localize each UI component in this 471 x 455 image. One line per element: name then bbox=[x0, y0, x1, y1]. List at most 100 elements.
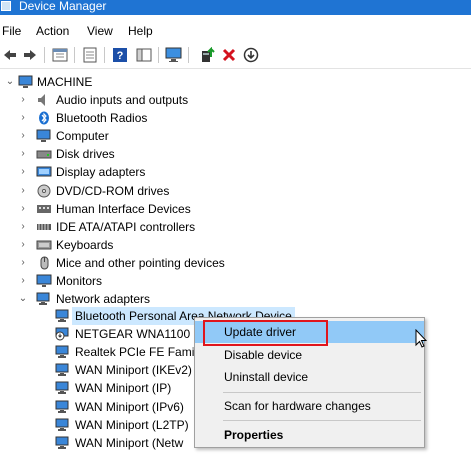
scan-hardware-menu-item[interactable]: Scan for hardware changes bbox=[195, 395, 424, 417]
network-adapter-icon bbox=[55, 345, 71, 359]
tree-category-row[interactable]: › Computer bbox=[0, 127, 320, 145]
network-device-label: WAN Miniport (IP) bbox=[75, 381, 172, 396]
chevron-right-icon[interactable]: › bbox=[18, 91, 28, 109]
context-menu: Update driver Disable device Uninstall d… bbox=[194, 317, 425, 448]
network-adapter-icon bbox=[55, 309, 71, 323]
properties-menu-item[interactable]: Properties bbox=[195, 424, 424, 446]
mouse-icon bbox=[36, 256, 52, 270]
chevron-right-icon[interactable]: › bbox=[18, 145, 28, 163]
tree-category-label: Audio inputs and outputs bbox=[56, 93, 189, 107]
chevron-right-icon[interactable]: › bbox=[18, 200, 28, 218]
tree-category-label: Keyboards bbox=[56, 237, 114, 252]
tree-category-label: Human Interface Devices bbox=[56, 201, 191, 216]
speaker-icon bbox=[36, 93, 52, 107]
chevron-right-icon[interactable]: › bbox=[18, 218, 28, 236]
network-device-label: WAN Miniport (IPv6) bbox=[75, 399, 184, 414]
update-driver-label: Update driver bbox=[224, 325, 297, 339]
chevron-right-icon[interactable]: › bbox=[18, 182, 28, 200]
network-device-label: NETGEAR WNA1100 N bbox=[75, 327, 203, 342]
back-arrow-icon[interactable] bbox=[0, 45, 20, 65]
chevron-right-icon[interactable]: › bbox=[18, 163, 28, 181]
bluetooth-icon bbox=[36, 111, 52, 125]
toolbar-separator bbox=[104, 47, 105, 63]
tree-root-label: MACHINE bbox=[37, 75, 93, 89]
tree-category-label: Display adapters bbox=[56, 165, 146, 180]
chevron-right-icon[interactable]: › bbox=[18, 127, 28, 145]
computer-icon bbox=[18, 75, 34, 89]
network-adapter-icon bbox=[55, 418, 71, 432]
chevron-right-icon[interactable]: › bbox=[18, 254, 28, 272]
window-title: Device Manager bbox=[19, 0, 107, 13]
tree-category-row[interactable]: › Human Interface Devices bbox=[0, 200, 320, 218]
tree-root[interactable]: ⌄ MACHINE bbox=[0, 73, 300, 91]
tree-category-row[interactable]: › Audio inputs and outputs bbox=[0, 91, 320, 109]
network-device-label: WAN Miniport (Netw bbox=[75, 435, 184, 450]
toolbar: ? bbox=[0, 42, 471, 69]
tree-category-row[interactable]: › IDE ATA/ATAPI controllers bbox=[0, 218, 320, 236]
uninstall-device-label: Uninstall device bbox=[224, 370, 309, 384]
tree-category-row[interactable]: › Mice and other pointing devices bbox=[0, 254, 320, 272]
tree-category-label: Bluetooth Radios bbox=[56, 111, 148, 126]
properties-grid-icon[interactable] bbox=[50, 45, 70, 65]
tree-category-row[interactable]: › Disk drives bbox=[0, 145, 320, 163]
menu-separator bbox=[223, 420, 421, 421]
tree-category-row[interactable]: › Display adapters bbox=[0, 163, 320, 181]
tree-category-label: Network adapters bbox=[56, 292, 151, 307]
hid-icon bbox=[36, 202, 52, 216]
scan-hardware-label: Scan for hardware changes bbox=[224, 399, 371, 413]
toolbar-separator bbox=[74, 47, 75, 63]
forward-arrow-icon[interactable] bbox=[20, 45, 40, 65]
tree-category-row[interactable]: › Keyboards bbox=[0, 236, 320, 254]
toolbar-separator bbox=[44, 47, 45, 63]
ide-controller-icon bbox=[36, 220, 52, 234]
menu-view[interactable]: View bbox=[87, 24, 113, 38]
monitor-scan-icon[interactable] bbox=[164, 45, 184, 65]
network-device-label: Realtek PCIe FE Family bbox=[75, 345, 204, 360]
keyboard-icon bbox=[36, 238, 52, 252]
tree-category-label: Computer bbox=[56, 129, 109, 144]
tree-category-row[interactable]: › Bluetooth Radios bbox=[0, 109, 320, 127]
details-panel-icon[interactable] bbox=[134, 45, 154, 65]
tree-category-row[interactable]: › DVD/CD-ROM drives bbox=[0, 182, 320, 200]
chevron-right-icon[interactable]: › bbox=[18, 109, 28, 127]
document-icon[interactable] bbox=[80, 45, 100, 65]
dvd-drive-icon bbox=[36, 184, 52, 198]
display-adapter-icon bbox=[36, 165, 52, 179]
toolbar-separator bbox=[158, 47, 159, 63]
disable-device-label: Disable device bbox=[224, 348, 303, 362]
download-icon[interactable] bbox=[241, 45, 261, 65]
tree-category-row[interactable]: ⌄ Network adapters bbox=[0, 290, 320, 308]
device-manager-app-icon bbox=[1, 1, 11, 11]
menu-help[interactable]: Help bbox=[128, 24, 153, 38]
update-driver-menu-item[interactable]: Update driver bbox=[195, 321, 424, 343]
chevron-right-icon[interactable]: › bbox=[18, 236, 28, 254]
menu-bar: File Action View Help bbox=[0, 18, 471, 42]
chevron-right-icon[interactable]: › bbox=[18, 272, 28, 290]
menu-action[interactable]: Action bbox=[36, 24, 69, 38]
tree-category-row[interactable]: › Monitors bbox=[0, 272, 320, 290]
chevron-down-icon[interactable]: ⌄ bbox=[18, 290, 28, 308]
menu-separator bbox=[223, 392, 421, 393]
menu-file[interactable]: File bbox=[2, 24, 21, 38]
network-device-label: WAN Miniport (L2TP) bbox=[75, 417, 189, 432]
network-adapter-icon bbox=[55, 400, 71, 414]
update-driver-icon[interactable] bbox=[198, 45, 218, 65]
tree-category-label: IDE ATA/ATAPI controllers bbox=[56, 219, 196, 234]
network-adapter-icon bbox=[55, 381, 71, 395]
svg-text:?: ? bbox=[117, 50, 124, 62]
chevron-down-icon[interactable]: ⌄ bbox=[5, 73, 15, 91]
network-adapter-icon bbox=[55, 363, 71, 377]
disk-drive-icon bbox=[36, 147, 52, 161]
computer-icon bbox=[36, 129, 52, 143]
mouse-cursor-icon bbox=[415, 328, 428, 348]
toolbar-separator bbox=[188, 47, 189, 63]
help-icon[interactable]: ? bbox=[110, 45, 130, 65]
uninstall-device-menu-item[interactable]: Uninstall device bbox=[195, 366, 424, 388]
network-device-label: WAN Miniport (IKEv2) bbox=[75, 363, 192, 378]
network-adapter-icon bbox=[36, 292, 52, 306]
uninstall-x-icon[interactable] bbox=[219, 45, 239, 65]
tree-category-label: Monitors bbox=[56, 274, 103, 288]
properties-label: Properties bbox=[224, 428, 284, 442]
monitor-icon bbox=[36, 274, 52, 288]
disable-device-menu-item[interactable]: Disable device bbox=[195, 344, 424, 366]
